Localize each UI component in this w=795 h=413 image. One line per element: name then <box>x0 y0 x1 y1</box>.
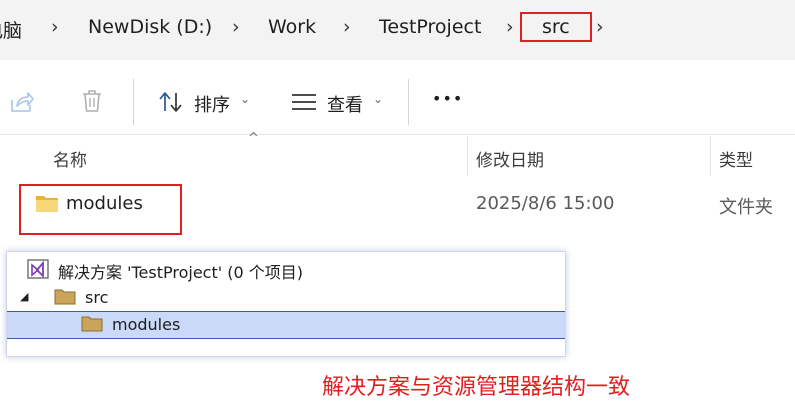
breadcrumb-item-computer[interactable]: 电脑 <box>0 16 22 43</box>
breadcrumb-item-testproject[interactable]: TestProject <box>379 16 481 38</box>
sort-button-label[interactable]: 排序 <box>194 91 230 117</box>
file-name-modules[interactable]: modules <box>66 193 143 214</box>
tree-item-src[interactable]: src <box>85 288 108 307</box>
folder-icon <box>36 196 58 212</box>
breadcrumb-item-src[interactable]: src <box>520 12 592 42</box>
column-divider[interactable] <box>710 136 711 176</box>
toolbar-divider <box>133 79 134 125</box>
more-options-button[interactable]: ••• <box>432 89 463 108</box>
visual-studio-solution-icon <box>27 259 49 279</box>
breadcrumb-item-work[interactable]: Work <box>268 16 316 38</box>
view-button-label[interactable]: 查看 <box>327 91 363 117</box>
column-header-type[interactable]: 类型 <box>719 146 753 171</box>
chevron-right-icon[interactable]: › <box>506 16 514 38</box>
sort-icon[interactable] <box>158 90 184 114</box>
column-header-name[interactable]: 名称 <box>53 146 87 171</box>
share-icon[interactable] <box>9 90 35 114</box>
expanded-arrow-icon[interactable]: ◢ <box>20 290 28 303</box>
tree-item-modules[interactable]: modules <box>112 315 180 334</box>
chevron-right-icon[interactable]: › <box>232 16 240 38</box>
solution-title[interactable]: 解决方案 'TestProject' (0 个项目) <box>58 259 303 283</box>
folder-icon <box>81 316 103 332</box>
annotation-text: 解决方案与资源管理器结构一致 <box>322 375 631 400</box>
file-type: 文件夹 <box>719 197 773 218</box>
toolbar-bottom-border <box>0 134 795 135</box>
chevron-right-icon[interactable]: › <box>51 16 59 38</box>
column-divider[interactable] <box>467 136 468 176</box>
chevron-right-icon[interactable]: › <box>596 16 604 38</box>
chevron-down-icon[interactable]: ⌄ <box>240 92 250 106</box>
file-modified-date: 2025/8/6 15:00 <box>476 193 615 214</box>
delete-icon[interactable] <box>80 88 104 114</box>
column-header-modified[interactable]: 修改日期 <box>476 146 544 171</box>
folder-icon <box>54 289 76 305</box>
toolbar-divider <box>408 79 409 125</box>
sort-ascending-icon: ^ <box>248 131 259 146</box>
chevron-down-icon[interactable]: ⌄ <box>373 92 383 106</box>
chevron-right-icon[interactable]: › <box>343 16 351 38</box>
command-bar <box>0 64 795 134</box>
view-list-icon[interactable] <box>291 93 317 111</box>
breadcrumb-item-drive[interactable]: NewDisk (D:) <box>88 16 212 38</box>
